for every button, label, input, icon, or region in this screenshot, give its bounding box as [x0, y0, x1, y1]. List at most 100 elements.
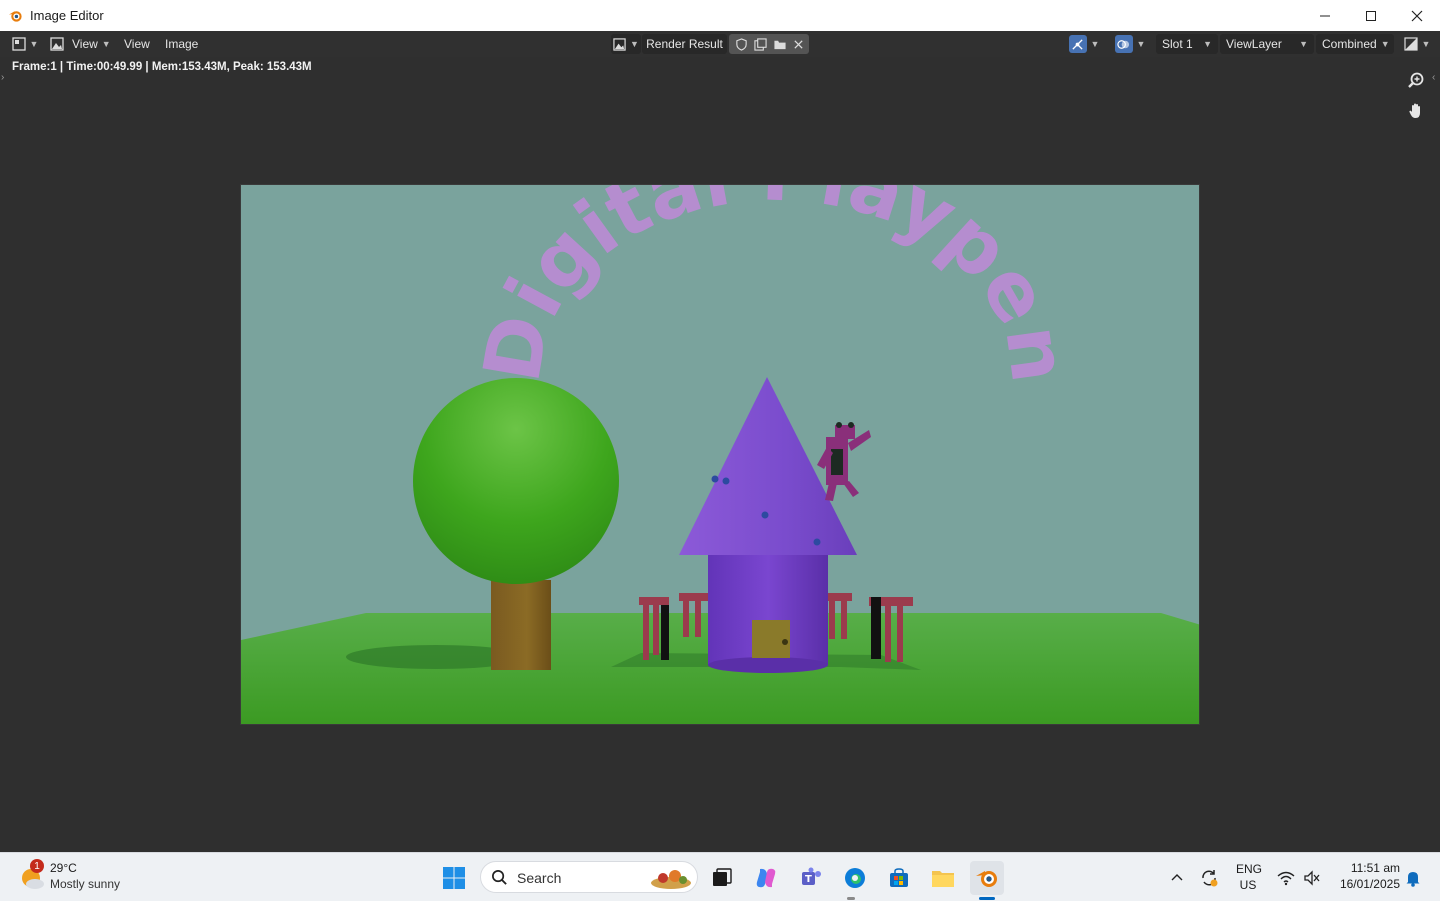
image-menu[interactable]: Image — [161, 34, 202, 54]
fake-user-shield-icon[interactable] — [735, 37, 748, 51]
minimize-button[interactable] — [1302, 0, 1348, 31]
copilot-icon — [756, 868, 776, 888]
render-slot-dropdown[interactable]: Slot 1 ▼ — [1156, 34, 1218, 54]
file-explorer-button[interactable] — [926, 861, 960, 895]
chevron-down-icon: ▼ — [1299, 39, 1308, 49]
view-menu[interactable]: View — [120, 34, 154, 54]
render-pass-label: Combined — [1322, 37, 1377, 51]
image-view-icon — [50, 37, 64, 51]
network-button[interactable] — [1272, 861, 1300, 895]
tree-trunk — [491, 580, 551, 670]
image-editor-header: ▼ View ▼ View Image ▼ Render Result ▼ ▼ … — [0, 31, 1440, 57]
wifi-icon — [1277, 871, 1295, 886]
pan-gizmo-button[interactable] — [1402, 97, 1430, 125]
zoom-gizmo-button[interactable] — [1402, 66, 1430, 94]
chevron-down-icon: ▼ — [101, 39, 111, 49]
weather-description: Mostly sunny — [50, 877, 121, 891]
sync-status-button[interactable] — [1194, 861, 1224, 895]
microsoft-store-button[interactable] — [882, 861, 916, 895]
render-slot-label: Slot 1 — [1162, 37, 1193, 51]
minimize-icon — [1320, 15, 1330, 16]
chevron-down-icon: ▼ — [1380, 39, 1390, 49]
blender-taskbar-button[interactable] — [970, 861, 1004, 895]
display-channels-dropdown[interactable]: ▼ — [1402, 34, 1432, 54]
search-placeholder: Search — [517, 870, 562, 886]
chevron-up-icon — [1171, 874, 1183, 881]
view-layer-dropdown[interactable]: ViewLayer ▼ — [1220, 34, 1314, 54]
chevron-down-icon: ▼ — [1203, 39, 1212, 49]
search-highlight-illustration-icon — [651, 870, 691, 889]
chevron-down-icon: ▼ — [1090, 39, 1100, 49]
volume-button[interactable] — [1298, 861, 1326, 895]
editor-type-dropdown[interactable]: ▼ — [10, 34, 40, 54]
overlays-icon — [1117, 39, 1130, 49]
clock-date: 16/01/2025 — [1339, 877, 1400, 891]
render-info-text: Frame:1 | Time:00:49.99 | Mem:153.43M, P… — [12, 61, 312, 73]
browse-image-button[interactable]: ▼ — [611, 34, 641, 54]
view-mode-dropdown[interactable]: View ▼ — [46, 34, 115, 54]
gizmo-icon — [1072, 38, 1083, 50]
window-title: Image Editor — [30, 8, 104, 23]
maximize-button[interactable] — [1348, 0, 1394, 31]
bell-icon — [1406, 872, 1420, 887]
render-pass-dropdown[interactable]: Combined ▼ — [1316, 34, 1394, 54]
teams-button[interactable]: T — [794, 861, 828, 895]
windows-start-icon — [443, 867, 465, 889]
image-name-field[interactable]: Render Result — [642, 34, 727, 54]
toolbar-expand-arrow-icon[interactable]: › — [1, 72, 4, 83]
weather-widget[interactable]: 1 — [18, 859, 46, 891]
close-window-button[interactable] — [1394, 0, 1440, 31]
close-icon — [1411, 10, 1423, 21]
edge-button[interactable] — [838, 861, 872, 895]
edge-browser-icon — [845, 868, 865, 888]
clock-time: 11:51 am — [1350, 861, 1400, 875]
overlay-toggle[interactable]: ▼ — [1110, 34, 1150, 54]
zoom-icon — [1408, 72, 1424, 88]
task-view-icon — [713, 868, 732, 886]
weather-temperature: 29°C — [50, 861, 77, 875]
sync-icon — [1202, 870, 1218, 887]
unlink-close-icon[interactable] — [793, 39, 804, 50]
chevron-down-icon: ▼ — [630, 39, 639, 49]
window-titlebar: Image Editor — [0, 0, 1440, 31]
render-scene: Digital Playpen — [241, 185, 1199, 724]
view-mode-label: View — [72, 37, 98, 51]
svg-text:T: T — [805, 874, 812, 885]
character-figure — [817, 422, 871, 501]
speaker-muted-icon — [1304, 870, 1320, 886]
task-view-button[interactable] — [705, 861, 739, 895]
chevron-down-icon: ▼ — [1136, 39, 1146, 49]
new-image-icon[interactable] — [753, 37, 767, 51]
blender-icon — [976, 871, 997, 887]
chevron-down-icon: ▼ — [29, 39, 39, 49]
sidebar-expand-arrow-icon[interactable]: ‹ — [1432, 72, 1435, 83]
store-icon — [890, 868, 908, 887]
open-folder-icon[interactable] — [773, 38, 787, 51]
blender-logo-icon — [8, 11, 22, 22]
language-indicator[interactable]: ENG US — [1236, 862, 1263, 892]
tree-foliage — [413, 378, 619, 584]
chevron-down-icon: ▼ — [1421, 39, 1431, 49]
house-door — [752, 620, 790, 658]
view-layer-label: ViewLayer — [1226, 37, 1282, 51]
hand-icon — [1409, 103, 1420, 118]
keyboard-region: US — [1239, 878, 1257, 892]
image-editor-icon — [11, 37, 26, 51]
start-button[interactable] — [437, 861, 471, 895]
copilot-button[interactable] — [749, 861, 783, 895]
notifications-button[interactable] — [1400, 861, 1426, 895]
image-browse-icon — [613, 37, 626, 51]
taskbar-search-box[interactable]: Search — [480, 861, 698, 893]
clock[interactable]: 11:51 am 16/01/2025 — [1328, 861, 1400, 891]
image-datablock-buttons — [729, 34, 809, 54]
show-hidden-icons-button[interactable] — [1162, 861, 1192, 895]
windows-taskbar: 1 29°C Mostly sunny Search T ENG US 11:5… — [0, 852, 1440, 901]
maximize-icon — [1366, 10, 1376, 21]
language-code: ENG — [1236, 862, 1263, 876]
folder-icon — [932, 871, 954, 887]
gizmo-toggle[interactable]: ▼ — [1064, 34, 1104, 54]
search-icon — [492, 870, 507, 885]
render-title-text: Digital Playpen — [467, 185, 1083, 388]
teams-icon: T — [802, 867, 821, 885]
render-result-image[interactable]: Digital Playpen — [240, 184, 1200, 725]
